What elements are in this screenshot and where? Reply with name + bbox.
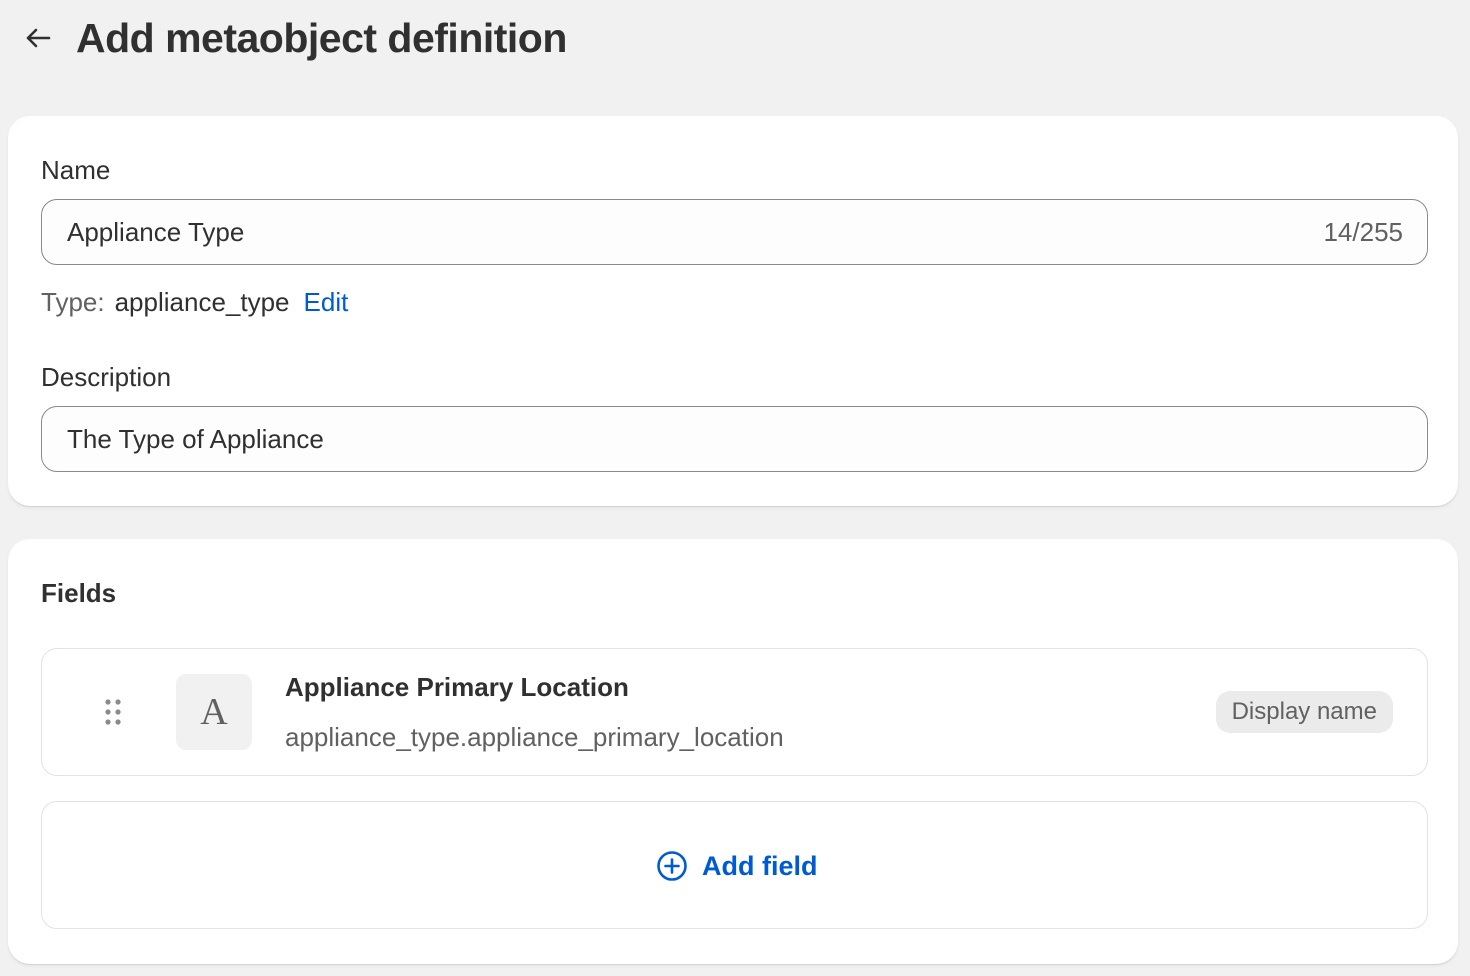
page-header: Add metaobject definition	[0, 0, 1470, 80]
fields-card: Fields A Appliance Primary Location appl…	[8, 539, 1458, 964]
type-row: Type: appliance_type Edit	[41, 286, 348, 318]
field-key: appliance_type.appliance_primary_locatio…	[285, 722, 784, 752]
type-value: appliance_type	[114, 287, 290, 317]
add-field-button[interactable]: Add field	[656, 846, 818, 886]
fields-heading: Fields	[41, 578, 117, 608]
name-input[interactable]: Appliance Type 14/255	[41, 199, 1428, 265]
text-type-icon: A	[176, 674, 252, 750]
add-field-container: Add field	[41, 801, 1428, 929]
name-input-value: Appliance Type	[67, 217, 245, 247]
display-name-badge: Display name	[1215, 691, 1393, 733]
description-input-value: The Type of Appliance	[67, 424, 324, 454]
page-title: Add metaobject definition	[76, 15, 567, 61]
add-field-label: Add field	[702, 851, 818, 881]
type-label: Type:	[41, 287, 105, 317]
description-label: Description	[41, 362, 172, 392]
description-input[interactable]: The Type of Appliance	[41, 406, 1428, 472]
plus-circle-icon	[657, 851, 687, 881]
name-label: Name	[41, 155, 111, 185]
arrow-left-icon	[26, 28, 51, 48]
general-card: Name Appliance Type 14/255 Type: applianc…	[8, 116, 1458, 506]
back-button[interactable]	[20, 20, 56, 56]
type-edit-link[interactable]: Edit	[304, 287, 349, 317]
name-character-count: 14/255	[1323, 217, 1403, 247]
field-title: Appliance Primary Location	[285, 672, 629, 702]
field-list-item[interactable]: A Appliance Primary Location appliance_t…	[41, 648, 1428, 776]
drag-handle-icon[interactable]	[102, 697, 124, 727]
